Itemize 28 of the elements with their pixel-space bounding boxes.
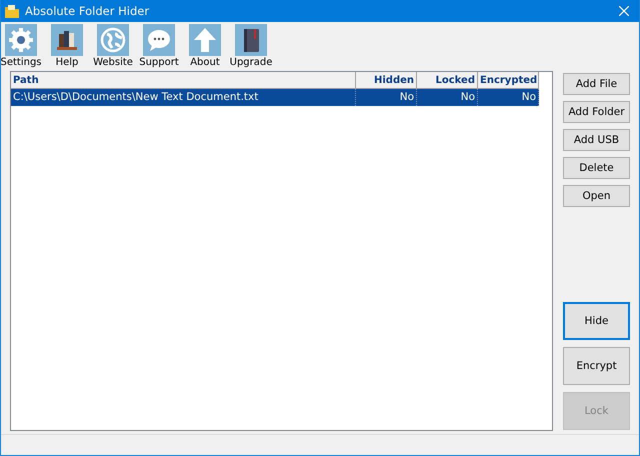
close-icon[interactable] <box>619 6 629 16</box>
table-cell: No <box>460 91 475 103</box>
window-title: Absolute Folder Hider <box>25 4 150 18</box>
action-button[interactable]: Delete <box>563 157 630 179</box>
action-button[interactable]: Hide <box>563 302 630 340</box>
toolbar-label[interactable]: Settings <box>1 57 42 68</box>
action-button[interactable]: Open <box>563 185 630 207</box>
toolbar-label[interactable]: Website <box>93 57 133 68</box>
table-row[interactable]: C:\Users\D\Documents\New Text Document.txt No No No <box>11 89 539 106</box>
column-header[interactable]: Encrypted <box>478 72 539 89</box>
column-header[interactable]: Locked <box>417 72 478 89</box>
action-button[interactable]: Add USB <box>563 129 630 151</box>
toolbar-label[interactable]: About <box>190 57 220 68</box>
action-button[interactable]: Add File <box>563 73 630 95</box>
action-button[interactable]: Add Folder <box>563 101 630 123</box>
column-header[interactable]: Path <box>11 72 356 89</box>
gear-icon[interactable] <box>5 24 37 56</box>
toolbar-label[interactable]: Support <box>139 57 179 68</box>
toolbar-label[interactable]: Help <box>56 57 78 68</box>
table-cell: No <box>400 91 414 103</box>
books-icon[interactable] <box>51 24 83 56</box>
folder-icon <box>5 4 19 18</box>
table-cell: No <box>522 91 536 103</box>
table-cell: C:\Users\D\Documents\New Text Document.txt <box>13 91 258 103</box>
book-icon[interactable] <box>235 24 267 56</box>
action-button[interactable]: Encrypt <box>563 347 630 385</box>
toolbar-label[interactable]: Upgrade <box>230 57 272 68</box>
column-header[interactable]: Hidden <box>356 72 417 89</box>
